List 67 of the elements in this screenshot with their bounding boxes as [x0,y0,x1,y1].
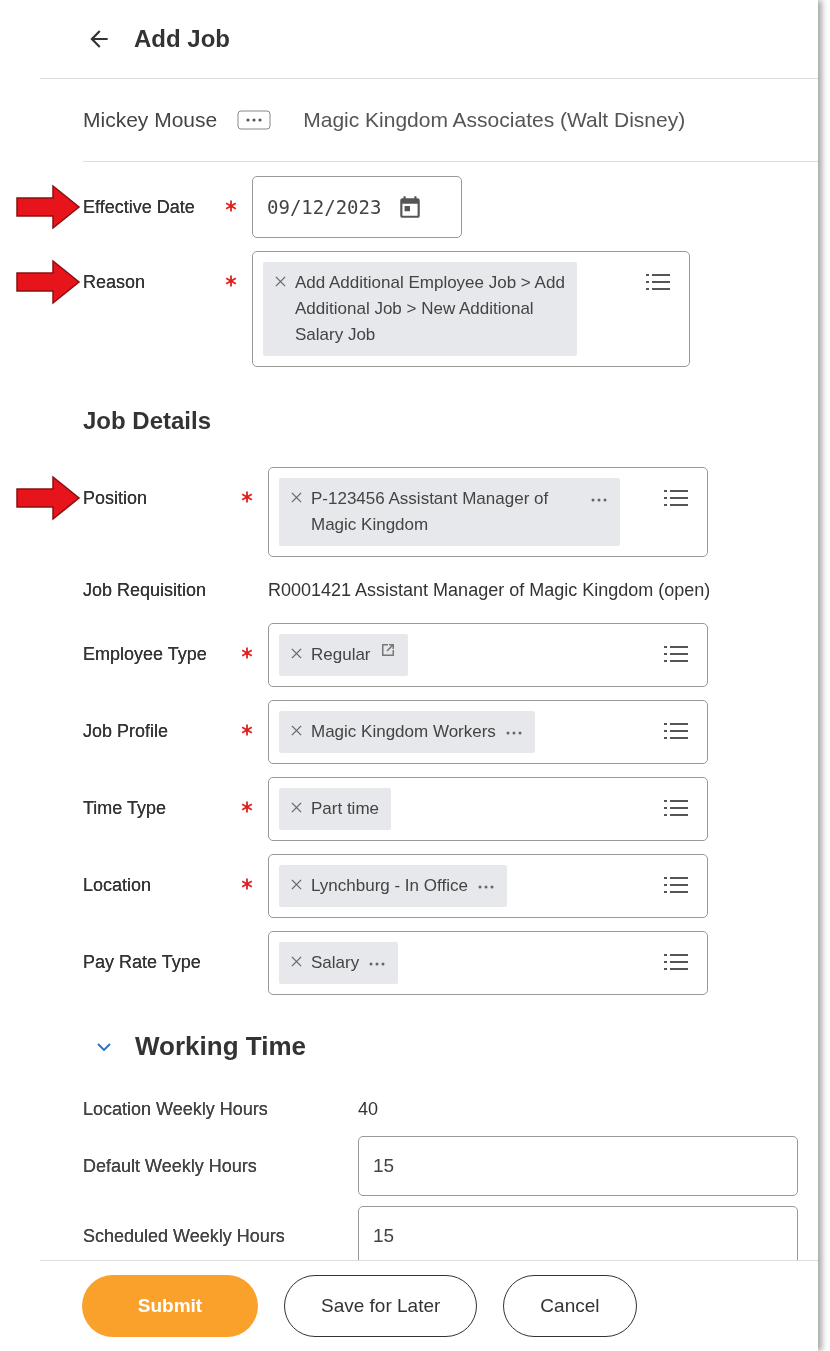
remove-icon[interactable] [291,725,302,736]
list-icon[interactable] [663,952,689,972]
select-field[interactable]: Add Additional Employee Job > Add Additional Job > New Additional Salary Job [252,251,690,367]
more-options-icon[interactable] [504,730,523,736]
remove-icon[interactable] [291,648,302,659]
chevron-icon[interactable] [97,1041,111,1052]
worker-name: Mickey Mouse [83,108,218,132]
list-icon[interactable] [663,721,689,741]
chip-text: P-123456 Assistant Manager of Magic Kingdom [311,488,550,536]
date-value: 09/12/2023 [267,196,382,218]
remove-icon[interactable] [291,492,302,503]
chip-text: Part time [311,798,380,820]
selected-chip[interactable]: Magic Kingdom Workers [279,711,535,753]
input-field[interactable]: 15 [358,1206,798,1260]
chip-text: Regular [311,644,371,666]
selected-chip[interactable]: Lynchburg - In Office [279,865,507,907]
select-field[interactable]: Regular [268,623,708,687]
field-value: R0001421 Assistant Manager of Magic Kingdom (open) [268,580,711,600]
field-label: Effective Date [83,196,196,219]
field-label: Job Requisition [83,579,208,602]
action-button[interactable]: Cancel [503,1275,637,1337]
date-field[interactable]: 09/12/2023 [252,176,462,238]
selected-chip[interactable]: Part time [279,788,392,830]
list-icon[interactable] [645,272,671,292]
field-label: Reason [83,271,147,294]
more-options-icon[interactable] [368,961,387,967]
remove-icon[interactable] [275,276,286,287]
field-label: Default Weekly Hours [83,1155,258,1178]
select-field[interactable]: P-123456 Assistant Manager of Magic Kingdom [268,467,708,557]
selected-chip[interactable]: Regular [279,634,408,676]
field-label: Employee Type [83,643,208,666]
list-icon[interactable] [663,488,689,508]
field-label: Time Type [83,797,168,820]
selected-chip[interactable]: Add Additional Employee Job > Add Additional Job > New Additional Salary Job [263,262,577,356]
page-title: Add Job [134,25,230,53]
field-label: Pay Rate Type [83,951,202,974]
chip-text: Add Additional Employee Job > Add Additional Job > New Additional Salary Job [295,272,565,346]
field-label: Location Weekly Hours [83,1098,269,1121]
section-heading: Working Time [135,1031,306,1062]
select-field[interactable]: Part time [268,777,708,841]
more-options-icon[interactable] [476,884,495,890]
chip-text: Salary [311,952,360,974]
chip-text: Lynchburg - In Office [311,875,468,897]
external-link-icon[interactable] [379,642,396,658]
field-label: Location [83,874,153,897]
list-icon[interactable] [663,644,689,664]
action-button[interactable]: Save for Later [284,1275,478,1337]
select-field[interactable]: Salary [268,931,708,995]
section-heading: Job Details [83,407,213,435]
remove-icon[interactable] [291,802,302,813]
select-field[interactable]: Lynchburg - In Office [268,854,708,918]
remove-icon[interactable] [291,956,302,967]
remove-icon[interactable] [291,879,302,890]
list-icon[interactable] [663,875,689,895]
list-icon[interactable] [663,798,689,818]
more-options-icon[interactable] [237,110,272,130]
selected-chip[interactable]: Salary [279,942,399,984]
selected-chip[interactable]: P-123456 Assistant Manager of Magic Kingdom [279,478,620,546]
more-options-icon[interactable] [590,497,608,503]
field-label: Job Profile [83,720,170,743]
field-label: Scheduled Weekly Hours [83,1225,286,1248]
select-field[interactable]: Magic Kingdom Workers [268,700,708,764]
organization-name: Magic Kingdom Associates (Walt Disney) [303,108,686,132]
input-field[interactable]: 15 [358,1136,798,1196]
field-value: 40 [358,1098,380,1121]
field-label: Position [83,487,149,510]
chip-text: Magic Kingdom Workers [311,721,496,743]
